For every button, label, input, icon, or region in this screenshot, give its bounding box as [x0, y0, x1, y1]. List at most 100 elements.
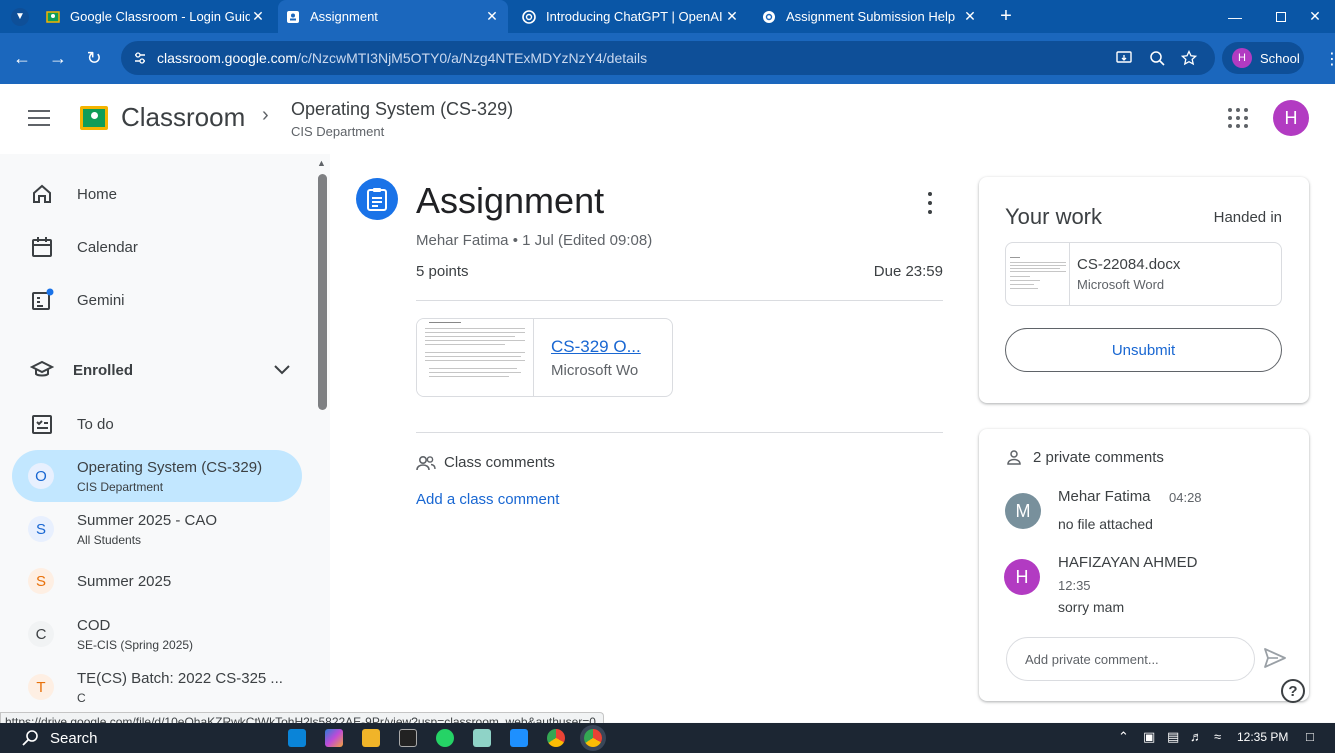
sidebar-item-course-summer-cao[interactable]: S Summer 2025 - CAO All Students — [12, 503, 302, 555]
google-apps-icon[interactable] — [1228, 108, 1248, 128]
add-class-comment-link[interactable]: Add a class comment — [416, 491, 559, 508]
sidebar-item-label: Calendar — [77, 238, 138, 256]
sidebar-item-label: Home — [77, 185, 118, 203]
course-section: C — [77, 691, 86, 705]
account-avatar[interactable]: H — [1273, 100, 1309, 136]
sidebar: Home Calendar Gemini Enrolled To do O Op… — [0, 154, 330, 722]
tab-title: Assignment — [310, 9, 378, 24]
tab-assignment[interactable]: Assignment ✕ — [278, 0, 508, 33]
notifications-icon[interactable]: □ — [1306, 729, 1314, 744]
divider — [416, 432, 943, 433]
document-thumbnail — [1006, 243, 1070, 305]
app-name[interactable]: Classroom — [121, 102, 245, 133]
tab-search-button[interactable]: ▼ — [10, 0, 30, 33]
course-letter-avatar: S — [28, 568, 54, 594]
profile-button[interactable]: H School — [1222, 42, 1304, 74]
comment-author: Mehar Fatima — [1058, 488, 1151, 505]
tab-title: Introducing ChatGPT | OpenAI — [546, 9, 723, 24]
attachment-card[interactable] — [416, 318, 673, 397]
back-button[interactable]: ← — [6, 33, 38, 84]
sidebar-item-label: Gemini — [77, 291, 125, 309]
chrome-active-icon[interactable] — [584, 729, 602, 747]
url-field[interactable]: classroom.google.com/c/NzcwMTI3NjM5OTY0/… — [121, 41, 1215, 75]
close-icon[interactable]: ✕ — [484, 8, 500, 25]
submitted-file-card[interactable] — [1005, 242, 1282, 306]
course-section: All Students — [77, 533, 142, 547]
school-icon — [30, 360, 54, 377]
tab-assignment-submission-help[interactable]: Assignment Submission Help ✕ — [754, 0, 986, 33]
url-path: /c/NzcwMTI3NjM5OTY0/a/Nzg4NTExMDYzNzY4/d… — [297, 50, 648, 66]
close-icon[interactable]: ✕ — [962, 8, 978, 25]
zoom-icon[interactable] — [1149, 50, 1165, 66]
sidebar-scrollbar[interactable] — [318, 174, 327, 410]
unsubmit-button[interactable]: Unsubmit — [1005, 328, 1282, 372]
comment-author: HAFIZAYAN AHMED — [1058, 554, 1198, 571]
more-options-icon[interactable] — [922, 192, 938, 214]
close-icon[interactable]: ✕ — [250, 8, 266, 25]
new-tab-button[interactable]: + — [996, 0, 1016, 33]
taskbar-clock[interactable]: 12:35 PM — [1237, 730, 1288, 744]
profile-avatar: H — [1232, 48, 1252, 68]
site-settings-icon — [135, 52, 145, 64]
battery-icon[interactable]: ▣ — [1143, 729, 1155, 745]
main-menu-button[interactable] — [28, 110, 50, 126]
private-comments-title: 2 private comments — [1033, 449, 1164, 466]
app-header: Classroom › Operating System (CS-329) CI… — [0, 84, 1335, 154]
store-icon[interactable] — [510, 729, 528, 747]
taskbar-search[interactable]: Search — [22, 727, 276, 749]
chrome-icon[interactable] — [547, 729, 565, 747]
comment-time: 12:35 — [1058, 578, 1091, 593]
send-icon[interactable] — [1263, 647, 1287, 669]
commenter-avatar: M — [1005, 493, 1041, 529]
volume-icon[interactable]: ♬ — [1190, 729, 1203, 744]
bookmark-star-icon[interactable] — [1181, 50, 1197, 66]
calendar-icon — [32, 237, 52, 257]
tray-expand-icon[interactable]: ⌃ — [1118, 729, 1129, 745]
minimize-button[interactable]: — — [1212, 0, 1258, 33]
sidebar-item-label: Enrolled — [73, 361, 134, 379]
desktop-app-icon[interactable] — [288, 729, 306, 747]
wifi-icon[interactable]: ≈ — [1214, 729, 1221, 744]
classroom-logo-icon[interactable] — [80, 106, 108, 130]
browser-menu-button[interactable]: ⋮ — [1316, 33, 1335, 84]
tab-classroom-login-guide[interactable]: Google Classroom - Login Guid ✕ — [38, 0, 274, 33]
course-title[interactable]: Operating System (CS-329) — [291, 99, 513, 120]
private-comment-input[interactable]: Add private comment... — [1006, 637, 1255, 681]
sidebar-item-gemini[interactable]: Gemini — [0, 286, 310, 314]
sidebar-item-todo[interactable]: To do — [0, 410, 310, 438]
install-app-icon[interactable] — [1116, 50, 1132, 66]
network-icon[interactable]: ▤ — [1167, 729, 1179, 745]
sidebar-item-calendar[interactable]: Calendar — [0, 233, 310, 261]
commenter-avatar: H — [1004, 559, 1040, 595]
close-icon[interactable]: ✕ — [724, 8, 740, 25]
course-letter-avatar: O — [28, 463, 54, 489]
sidebar-item-course-summer-2025[interactable]: S Summer 2025 — [12, 555, 302, 607]
forward-button[interactable]: → — [42, 33, 74, 84]
tab-introducing-chatgpt[interactable]: Introducing ChatGPT | OpenAI ✕ — [514, 0, 748, 33]
terminal-icon[interactable] — [399, 729, 417, 747]
copilot-icon[interactable] — [325, 729, 343, 747]
reload-button[interactable]: ↻ — [78, 33, 110, 84]
file-explorer-icon[interactable] — [362, 729, 380, 747]
attachment-title-link[interactable]: CS-329 O... — [551, 337, 651, 357]
close-window-button[interactable]: ✕ — [1292, 0, 1335, 33]
search-label: Search — [50, 729, 98, 747]
arrow-right-icon: → — [49, 48, 67, 68]
notepad-icon[interactable] — [473, 729, 491, 747]
help-icon[interactable]: ? — [1281, 679, 1305, 703]
sidebar-item-enrolled[interactable]: Enrolled — [0, 356, 310, 384]
sidebar-item-course-operating-system[interactable]: O Operating System (CS-329) CIS Departme… — [12, 450, 302, 502]
openai-icon — [522, 9, 536, 24]
sidebar-item-home[interactable]: Home — [0, 180, 310, 208]
scroll-up-arrow-icon[interactable]: ▲ — [317, 158, 326, 168]
course-name: Summer 2025 — [77, 573, 172, 590]
sidebar-item-course-te-cs[interactable]: T TE(CS) Batch: 2022 CS-325 ... C — [12, 661, 302, 713]
maximize-icon — [1276, 11, 1286, 22]
profile-label: School — [1260, 50, 1300, 66]
whatsapp-icon[interactable] — [436, 729, 454, 747]
sidebar-item-course-cod[interactable]: C COD SE-CIS (Spring 2025) — [12, 608, 302, 660]
submitted-file-name[interactable]: CS-22084.docx — [1077, 256, 1180, 273]
search-icon — [22, 730, 38, 746]
address-bar-row: ← → ↻ classroom.google.com/c/NzcwMTI3NjM… — [0, 33, 1335, 84]
course-letter-avatar: C — [28, 621, 54, 647]
